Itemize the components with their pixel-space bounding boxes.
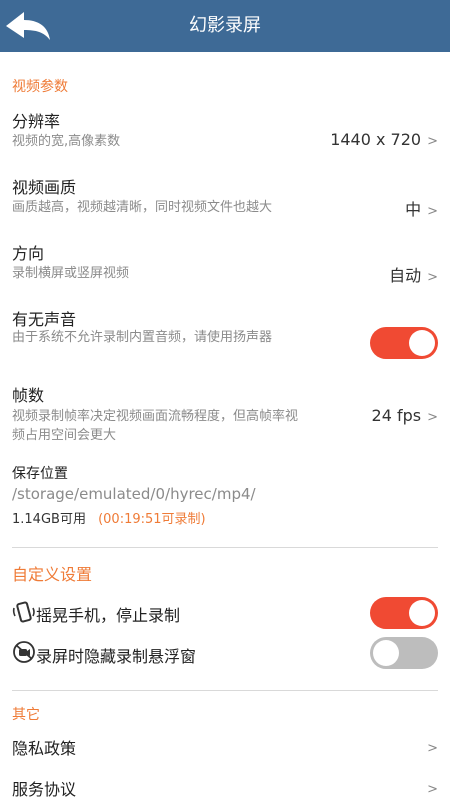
privacy-chevron: > bbox=[421, 737, 438, 756]
terms-item[interactable]: 服务协议 > bbox=[12, 776, 438, 802]
fps-desc-line1: 视频录制帧率决定视频画面流畅程度，但高帧率视 bbox=[12, 409, 299, 424]
resolution-value-text: 1440 x 720 bbox=[330, 130, 422, 149]
storage-label: 保存位置 bbox=[12, 466, 68, 482]
orientation-label: 方向 bbox=[12, 244, 45, 263]
storage-available: 1.14GB可用 bbox=[12, 512, 86, 527]
quality-setting[interactable]: 视频画质 画质越高，视频越清晰，同时视频文件也越大 中 > bbox=[12, 174, 438, 222]
shake-stop-toggle[interactable] bbox=[370, 597, 438, 629]
terms-label: 服务协议 bbox=[12, 780, 77, 799]
resolution-label: 分辨率 bbox=[12, 112, 61, 131]
quality-value: 中 > bbox=[405, 196, 438, 220]
chevron-right-icon: > bbox=[427, 270, 438, 285]
divider bbox=[12, 690, 438, 691]
toggle-knob bbox=[409, 600, 435, 626]
app-header: 幻影录屏 bbox=[0, 0, 450, 52]
section-other: 其它 bbox=[12, 707, 40, 723]
privacy-policy-label: 隐私政策 bbox=[12, 739, 77, 758]
storage-path: /storage/emulated/0/hyrec/mp4/ bbox=[12, 485, 256, 503]
page-title: 幻影录屏 bbox=[189, 15, 261, 36]
toggle-knob bbox=[373, 640, 399, 666]
hide-float-label: 录屏时隐藏录制悬浮窗 bbox=[36, 647, 197, 666]
quality-desc: 画质越高，视频越清晰，同时视频文件也越大 bbox=[12, 200, 273, 215]
hide-float-toggle[interactable] bbox=[370, 637, 438, 669]
orientation-setting[interactable]: 方向 录制横屏或竖屏视频 自动 > bbox=[12, 240, 438, 288]
storage-remaining: (00:19:51可录制) bbox=[98, 512, 206, 527]
audio-label: 有无声音 bbox=[12, 310, 77, 329]
resolution-desc: 视频的宽,高像素数 bbox=[12, 134, 121, 149]
audio-toggle[interactable] bbox=[370, 327, 438, 359]
section-video-params: 视频参数 bbox=[12, 79, 68, 95]
toggle-knob bbox=[409, 330, 435, 356]
fps-desc-line2: 频占用空间会更大 bbox=[12, 428, 117, 443]
fps-setting[interactable]: 帧数 视频录制帧率决定视频画面流畅程度，但高帧率视 频占用空间会更大 24 fp… bbox=[12, 382, 438, 444]
privacy-policy-item[interactable]: 隐私政策 > bbox=[12, 735, 438, 761]
section-custom-settings: 自定义设置 bbox=[12, 565, 93, 584]
storage-info: 1.14GB可用 (00:19:51可录制) bbox=[12, 508, 206, 527]
orientation-value: 自动 > bbox=[389, 262, 438, 286]
divider bbox=[12, 547, 438, 548]
shake-stop-label: 摇晃手机，停止录制 bbox=[36, 606, 181, 625]
shake-phone-icon bbox=[12, 601, 35, 623]
resolution-value: 1440 x 720 > bbox=[330, 130, 438, 149]
chevron-right-icon: > bbox=[427, 204, 438, 219]
terms-chevron: > bbox=[421, 778, 438, 797]
fps-label: 帧数 bbox=[12, 386, 45, 405]
chevron-right-icon: > bbox=[427, 134, 438, 149]
fps-value-text: 24 fps bbox=[371, 406, 422, 425]
quality-value-text: 中 bbox=[405, 200, 422, 219]
orientation-value-text: 自动 bbox=[389, 266, 422, 285]
chevron-right-icon: > bbox=[427, 410, 438, 425]
quality-label: 视频画质 bbox=[12, 178, 77, 197]
fps-value: 24 fps > bbox=[372, 406, 438, 425]
audio-desc: 由于系统不允许录制内置音频，请使用扬声器 bbox=[12, 330, 273, 345]
orientation-desc: 录制横屏或竖屏视频 bbox=[12, 266, 130, 281]
hide-float-icon bbox=[13, 641, 35, 663]
chevron-right-icon: > bbox=[427, 741, 438, 756]
storage-setting[interactable]: 保存位置 /storage/emulated/0/hyrec/mp4/ 1.14… bbox=[12, 463, 438, 527]
audio-setting: 有无声音 由于系统不允许录制内置音频，请使用扬声器 bbox=[12, 306, 360, 354]
chevron-right-icon: > bbox=[427, 782, 438, 797]
resolution-setting[interactable]: 分辨率 视频的宽,高像素数 1440 x 720 > bbox=[12, 108, 438, 156]
